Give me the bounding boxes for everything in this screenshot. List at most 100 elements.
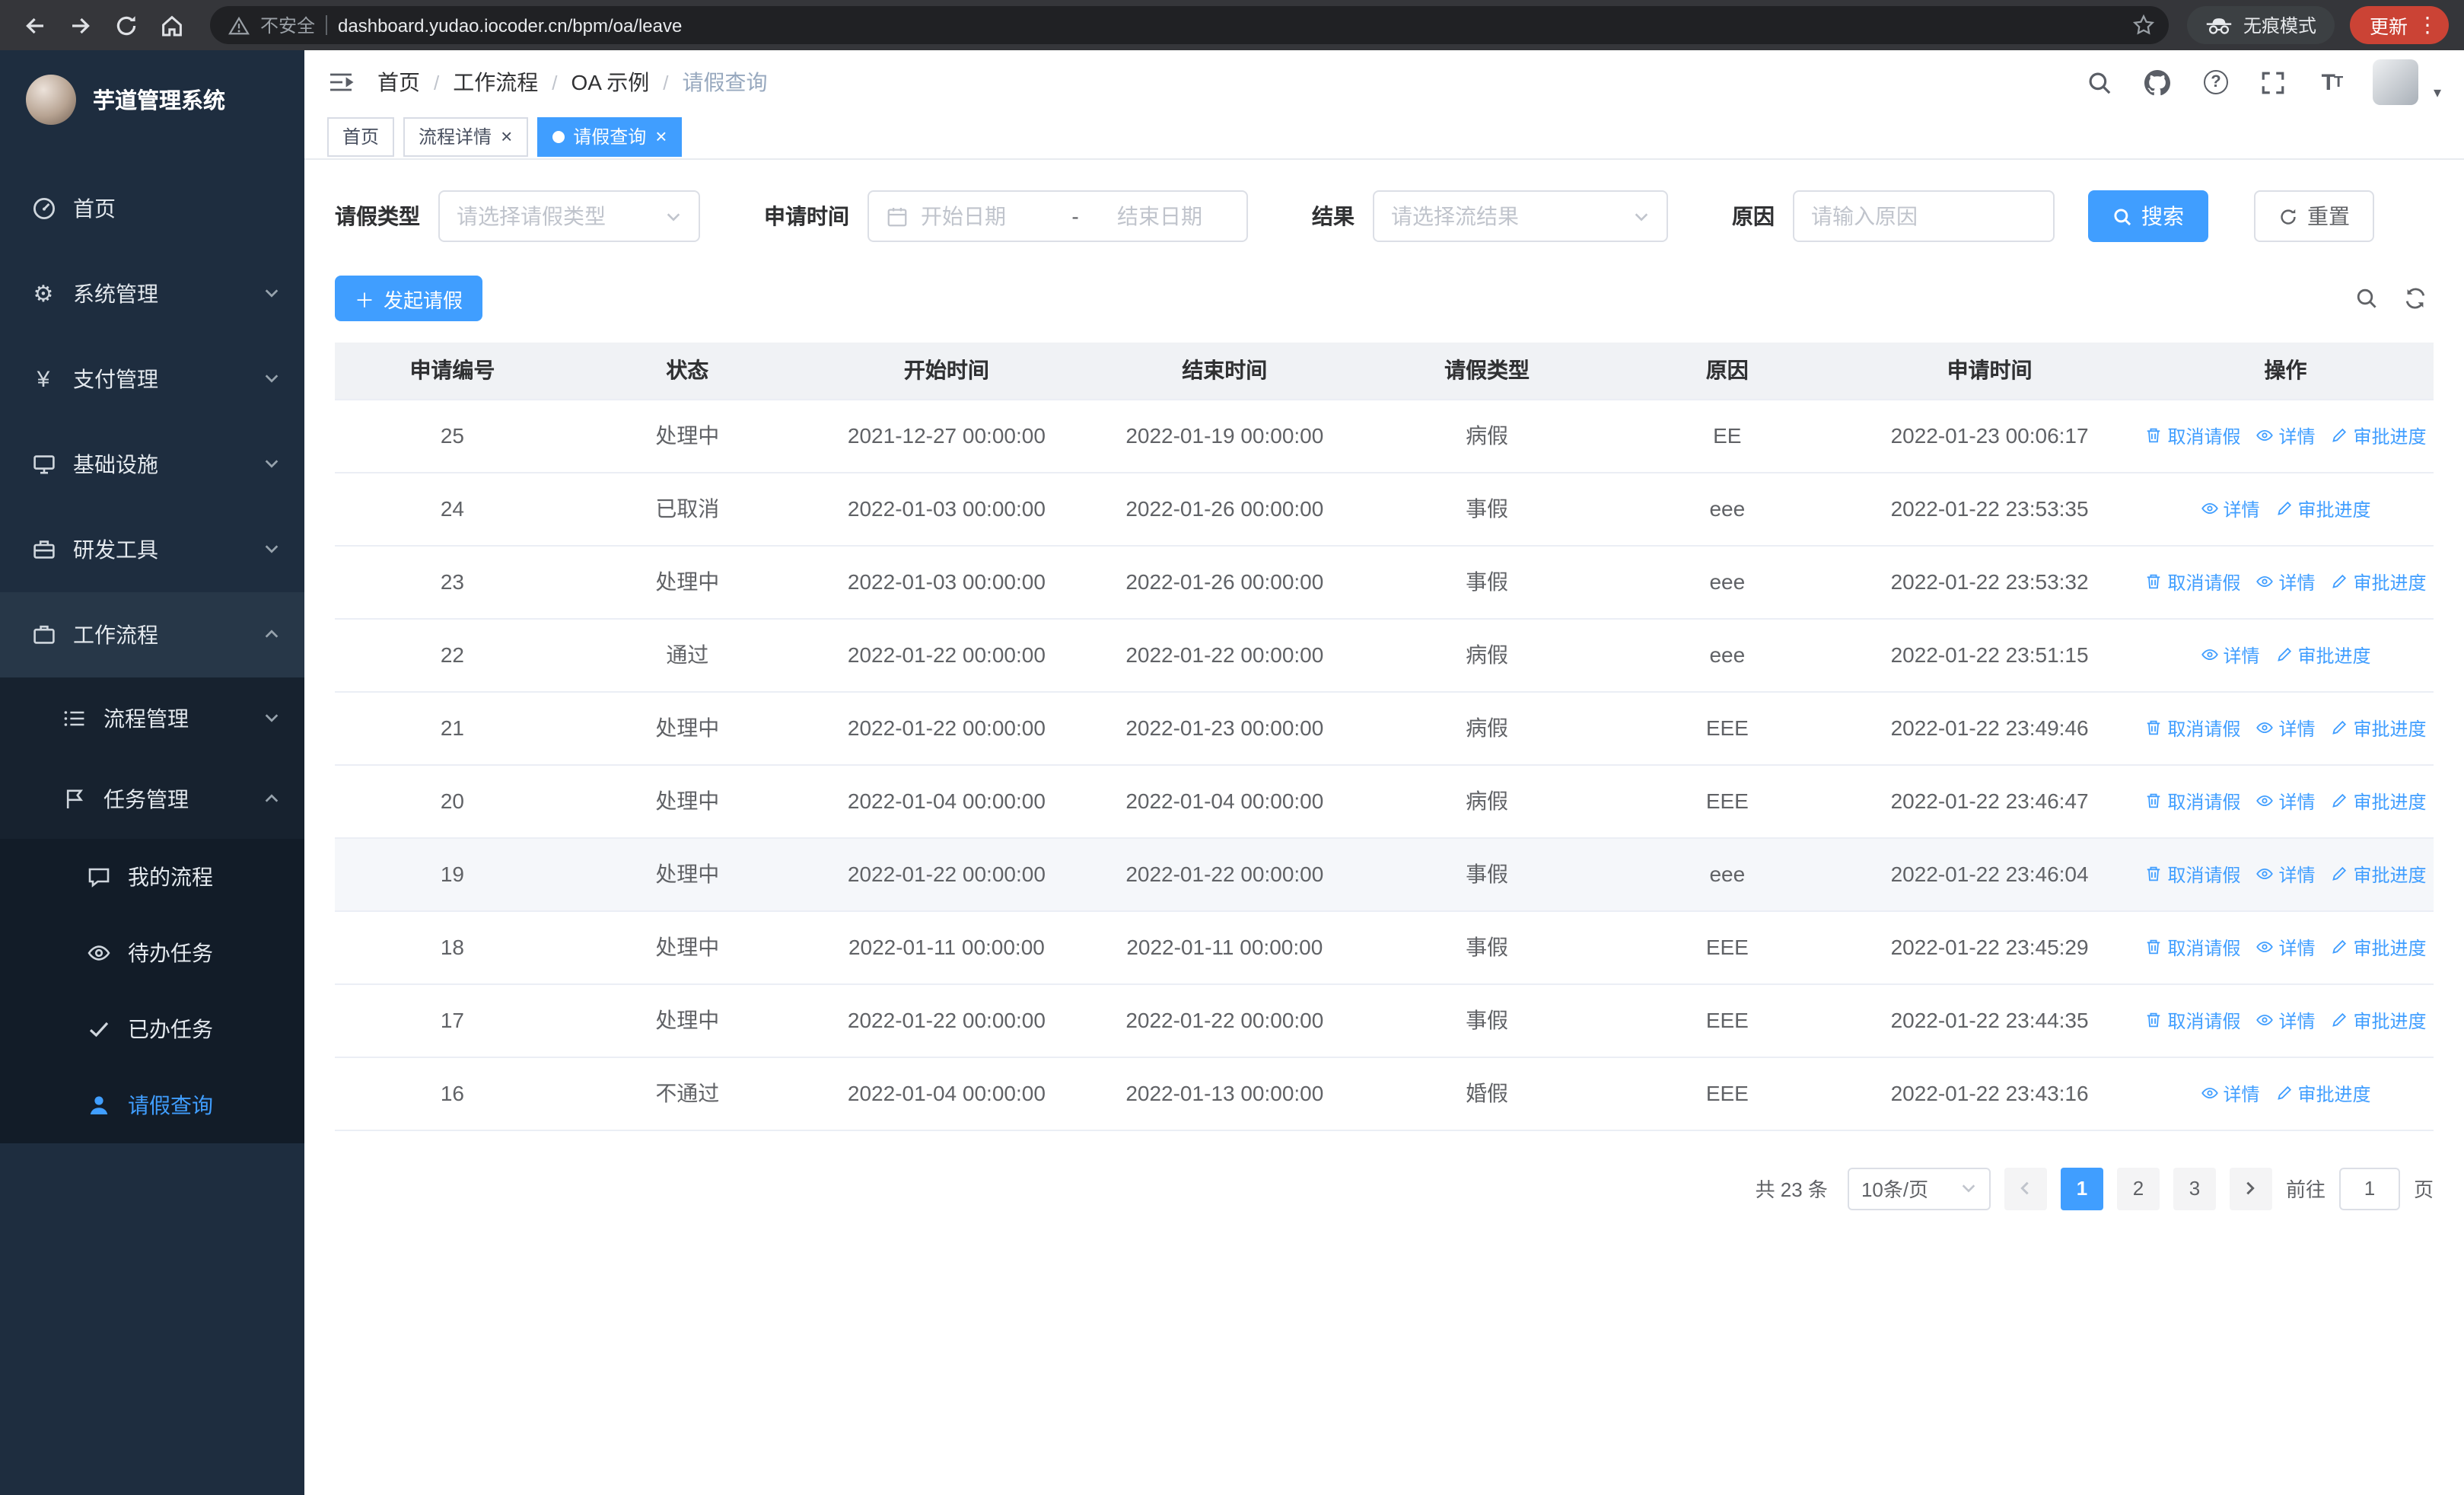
dashboard-icon <box>30 196 56 222</box>
sidebar-item-system[interactable]: ⚙ 系统管理 <box>0 251 304 336</box>
logo-row[interactable]: 芋道管理系统 <box>0 50 304 148</box>
prev-page-button[interactable] <box>2004 1167 2047 1210</box>
tab-process-detail[interactable]: 流程详情 × <box>403 116 528 156</box>
breadcrumb-item[interactable]: OA 示例 <box>571 67 650 97</box>
font-size-button[interactable]: TT <box>2315 65 2348 99</box>
tab-label: 首页 <box>342 126 380 148</box>
page-button-2[interactable]: 2 <box>2116 1167 2160 1210</box>
detail-link[interactable]: 详情 <box>2255 934 2316 960</box>
sidebar-item-payment[interactable]: ¥ 支付管理 <box>0 336 304 422</box>
detail-link[interactable]: 详情 <box>2200 1080 2260 1106</box>
detail-link[interactable]: 详情 <box>2255 715 2316 741</box>
breadcrumb-item[interactable]: 工作流程 <box>453 67 538 97</box>
sidebar-item-devtools[interactable]: 研发工具 <box>0 507 304 592</box>
address-bar[interactable]: 不安全 dashboard.yudao.iocoder.cn/bpm/oa/le… <box>210 6 2169 44</box>
page-size-select[interactable]: 10条/页 <box>1847 1167 1991 1210</box>
reason-input[interactable]: 请输入原因 <box>1793 190 2055 242</box>
cancel-leave-link[interactable]: 取消请假 <box>2144 569 2240 594</box>
progress-link[interactable]: 审批进度 <box>2331 1007 2427 1033</box>
fullscreen-button[interactable] <box>2257 65 2291 99</box>
collapse-sidebar-button[interactable] <box>327 69 355 96</box>
cancel-leave-link[interactable]: 取消请假 <box>2144 422 2240 448</box>
leave-type-select[interactable]: 请选择请假类型 <box>438 190 700 242</box>
detail-link[interactable]: 详情 <box>2200 496 2260 521</box>
progress-link[interactable]: 审批进度 <box>2331 715 2427 741</box>
github-button[interactable] <box>2141 65 2175 99</box>
tab-home[interactable]: 首页 <box>327 116 395 156</box>
reset-button[interactable]: 重置 <box>2254 190 2374 242</box>
header-search-button[interactable] <box>2084 65 2117 99</box>
progress-link[interactable]: 审批进度 <box>2331 861 2427 887</box>
cancel-leave-link[interactable]: 取消请假 <box>2144 1007 2240 1033</box>
cell-start-time: 2022-01-04 00:00:00 <box>804 1057 1089 1130</box>
cancel-leave-link[interactable]: 取消请假 <box>2144 788 2240 814</box>
progress-link[interactable]: 审批进度 <box>2275 642 2371 668</box>
sidebar-item-todo-task[interactable]: 待办任务 <box>0 915 304 991</box>
cell-operations: 取消请假 详情 审批进度 <box>2138 545 2434 619</box>
result-select[interactable]: 请选择流结果 <box>1373 190 1668 242</box>
update-button[interactable]: 更新 ⋮ <box>2349 6 2449 44</box>
eye-icon <box>2201 649 2218 661</box>
url-text[interactable]: dashboard.yudao.iocoder.cn/bpm/oa/leave <box>338 14 682 36</box>
progress-link[interactable]: 审批进度 <box>2331 569 2427 594</box>
cancel-leave-link[interactable]: 取消请假 <box>2144 715 2240 741</box>
sidebar-item-task-mgmt[interactable]: 任务管理 <box>0 758 304 839</box>
sidebar-item-done-task[interactable]: 已办任务 <box>0 991 304 1067</box>
sidebar-item-workflow[interactable]: 工作流程 <box>0 592 304 677</box>
progress-link[interactable]: 审批进度 <box>2331 422 2427 448</box>
browser-menu-icon[interactable]: ⋮ <box>2417 12 2438 38</box>
sidebar-item-my-process[interactable]: 我的流程 <box>0 839 304 915</box>
progress-link[interactable]: 审批进度 <box>2331 788 2427 814</box>
help-button[interactable]: ? <box>2199 65 2233 99</box>
close-icon[interactable]: × <box>655 126 667 146</box>
chevron-down-icon <box>263 282 280 306</box>
forward-button[interactable] <box>61 5 100 45</box>
table-row: 24 已取消 2022-01-03 00:00:00 2022-01-26 00:00… <box>335 472 2434 546</box>
close-icon[interactable]: × <box>501 126 512 146</box>
detail-link[interactable]: 详情 <box>2255 569 2316 594</box>
cell-start-time: 2022-01-22 00:00:00 <box>804 983 1089 1057</box>
sidebar-item-infra[interactable]: 基础设施 <box>0 422 304 507</box>
progress-link[interactable]: 审批进度 <box>2331 934 2427 960</box>
cell-apply-time: 2022-01-22 23:49:46 <box>1842 691 2138 765</box>
search-button[interactable]: 搜索 <box>2088 190 2208 242</box>
cancel-leave-link[interactable]: 取消请假 <box>2144 861 2240 887</box>
end-date-placeholder[interactable]: 结束日期 <box>1117 201 1230 231</box>
back-button[interactable] <box>15 5 55 45</box>
cell-leave-type: 婚假 <box>1361 1057 1613 1130</box>
user-avatar[interactable] <box>2372 59 2418 105</box>
cell-status: 处理中 <box>569 983 805 1057</box>
home-button[interactable] <box>152 5 192 45</box>
detail-link[interactable]: 详情 <box>2255 1007 2316 1033</box>
start-date-placeholder[interactable]: 开始日期 <box>921 201 1033 231</box>
toggle-search-button[interactable] <box>2354 286 2379 311</box>
edit-icon <box>2332 574 2347 588</box>
avatar-caret-icon[interactable]: ▾ <box>2434 85 2441 105</box>
refresh-table-button[interactable] <box>2403 286 2427 311</box>
next-page-button[interactable] <box>2229 1167 2272 1210</box>
apply-time-range-picker[interactable]: 开始日期 - 结束日期 <box>867 190 1248 242</box>
detail-link[interactable]: 详情 <box>2255 861 2316 887</box>
sidebar-item-leave-query[interactable]: 请假查询 <box>0 1067 304 1143</box>
sidebar-item-home[interactable]: 首页 <box>0 166 304 251</box>
cancel-leave-link[interactable]: 取消请假 <box>2144 934 2240 960</box>
sidebar-item-process-mgmt[interactable]: 流程管理 <box>0 677 304 758</box>
goto-page-input[interactable] <box>2338 1167 2400 1210</box>
bookmark-star-icon[interactable] <box>2128 14 2161 37</box>
security-label[interactable]: 不安全 <box>260 12 315 38</box>
monitor-icon <box>30 451 56 477</box>
progress-link[interactable]: 审批进度 <box>2275 1080 2371 1106</box>
page-button-1[interactable]: 1 <box>2060 1167 2103 1210</box>
cell-status: 不通过 <box>569 1057 805 1130</box>
detail-link[interactable]: 详情 <box>2255 788 2316 814</box>
create-leave-button[interactable]: ＋ 发起请假 <box>335 276 483 321</box>
page-button-3[interactable]: 3 <box>2173 1167 2216 1210</box>
breadcrumb-item[interactable]: 首页 <box>377 67 420 97</box>
tab-leave-query[interactable]: 请假查询 × <box>536 116 683 156</box>
detail-link[interactable]: 详情 <box>2200 642 2260 668</box>
cell-apply-time: 2022-01-22 23:53:32 <box>1842 545 2138 619</box>
filter-label: 申请时间 <box>764 204 849 228</box>
reload-button[interactable] <box>107 5 146 45</box>
progress-link[interactable]: 审批进度 <box>2275 496 2371 521</box>
detail-link[interactable]: 详情 <box>2255 422 2316 448</box>
